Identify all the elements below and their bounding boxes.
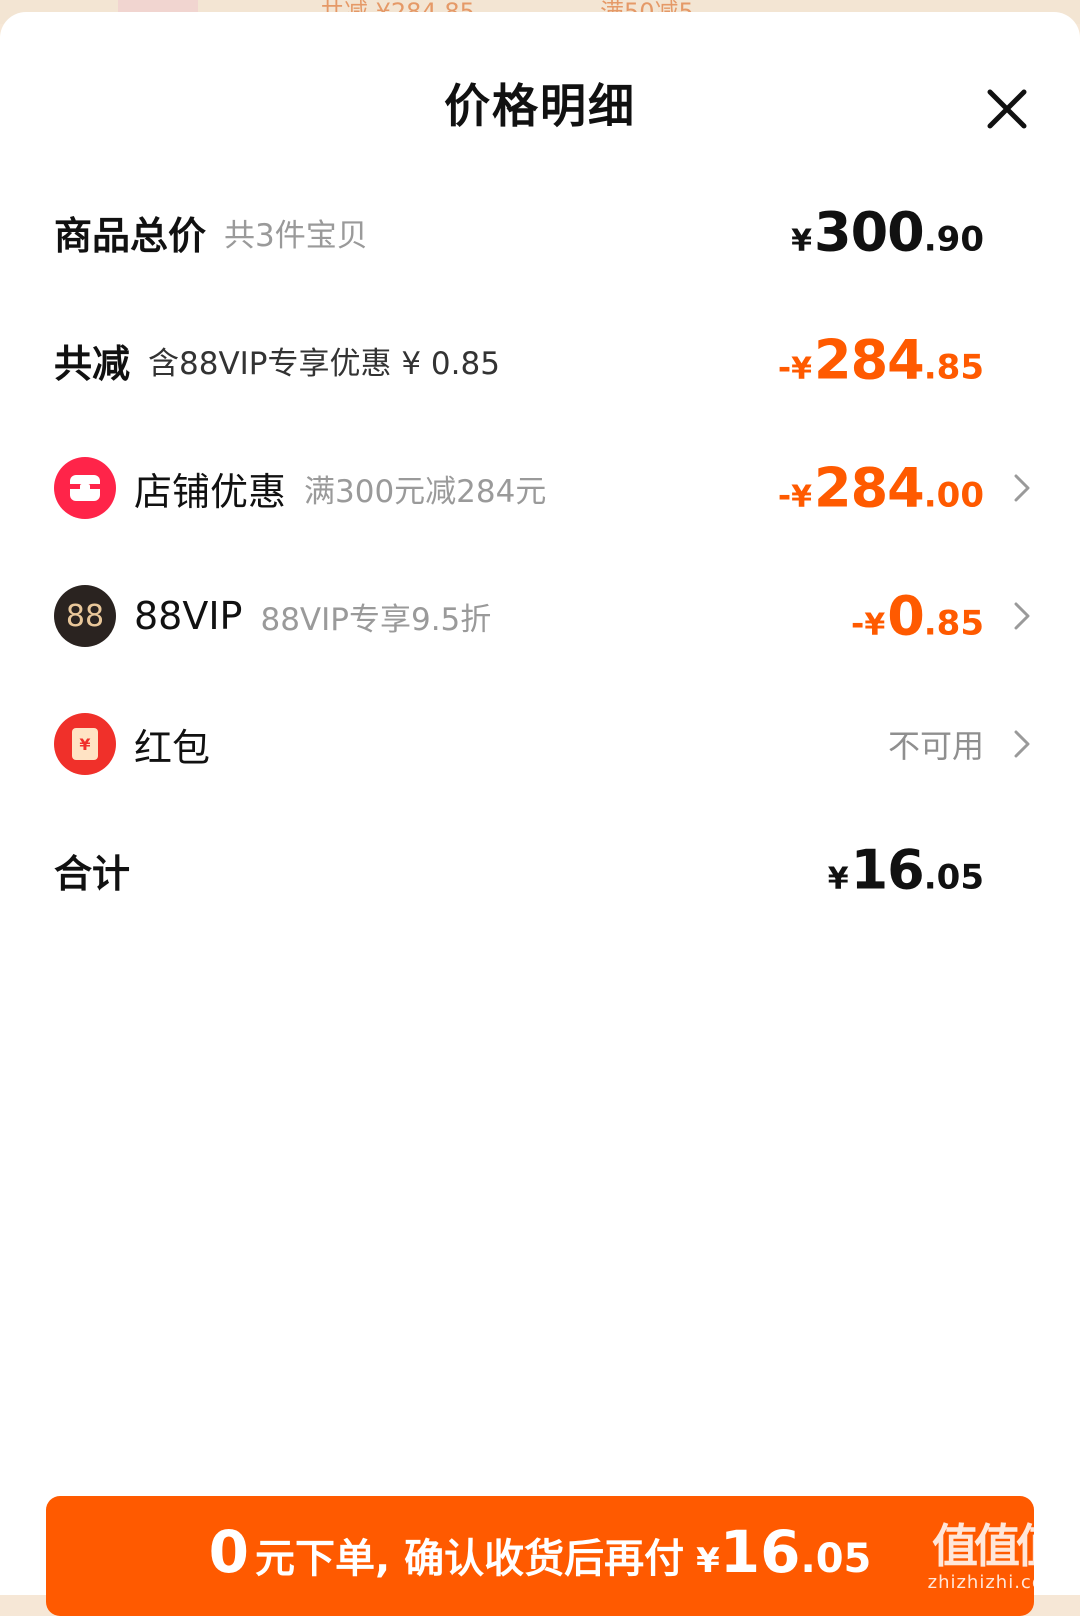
cta-text: 元下单, 确认收货后再付: [254, 1536, 685, 1582]
total-label: 合计: [54, 851, 131, 896]
amount-decimal: .85: [923, 347, 984, 388]
vip-discount-amount: - ¥ 0 .85: [851, 585, 984, 648]
subtotal-item-count: 共3件宝贝: [224, 217, 368, 254]
amount-integer: 284: [814, 456, 925, 520]
discount-total-note: 含88VIP专享优惠 ¥ 0.85: [148, 345, 500, 382]
total-amount: ¥ 16 .05: [828, 839, 984, 902]
vip-rule: 88VIP专享9.5折: [260, 601, 492, 638]
cta-amount-decimal: .05: [800, 1536, 872, 1582]
store-discount-label: 店铺优惠: [134, 469, 287, 514]
store-icon: [54, 457, 116, 519]
currency-symbol: ¥: [864, 607, 886, 643]
row-red-packet[interactable]: ¥ 红包 不可用: [54, 704, 1030, 784]
store-discount-rule: 满300元减284元: [304, 473, 547, 510]
amount-decimal: .90: [923, 219, 984, 260]
vip-icon-text: 88: [65, 598, 105, 634]
red-packet-icon: ¥: [54, 713, 116, 775]
close-button[interactable]: [982, 84, 1032, 134]
amount-integer: 284: [814, 328, 925, 392]
amount-integer: 16: [850, 838, 925, 902]
row-vip-discount[interactable]: 88 88VIP 88VIP专享9.5折 - ¥ 0 .85: [54, 576, 1030, 656]
chevron-right-icon: [1014, 730, 1030, 758]
row-store-discount[interactable]: 店铺优惠 满300元减284元 - ¥ 284 .00: [54, 448, 1030, 528]
row-subtotal: 商品总价 共3件宝贝 ¥ 300 .90: [54, 192, 1026, 272]
chevron-right-icon: [1014, 474, 1030, 502]
currency-symbol: ¥: [791, 351, 813, 387]
currency-symbol: ¥: [791, 223, 813, 259]
sheet-title: 价格明细: [444, 79, 636, 133]
amount-decimal: .05: [923, 857, 984, 898]
row-total: 合计 ¥ 16 .05: [54, 830, 1026, 910]
watermark-main: 值值值: [932, 1519, 1062, 1573]
vip-label: 88VIP: [134, 594, 243, 638]
amount-integer: 0: [887, 584, 925, 648]
currency-symbol: ¥: [791, 479, 813, 515]
close-icon: [987, 89, 1027, 129]
amount-decimal: .85: [923, 603, 984, 644]
pay-later-button[interactable]: 0 元下单, 确认收货后再付 ¥ 16 .05: [46, 1496, 1034, 1616]
amount-integer: 300: [814, 200, 925, 264]
site-watermark: 值值值 zhizhizhi.com: [920, 1510, 1070, 1593]
red-packet-status: 不可用: [887, 727, 984, 765]
discount-total-amount: - ¥ 284 .85: [778, 329, 984, 392]
currency-symbol: ¥: [827, 861, 849, 897]
red-packet-envelope: ¥: [72, 728, 98, 760]
cta-currency: ¥: [696, 1541, 720, 1581]
amount-decimal: .00: [923, 475, 984, 516]
chevron-right-icon: [1014, 602, 1030, 630]
red-packet-yen: ¥: [79, 734, 91, 754]
minus-sign: -: [777, 476, 792, 515]
subtotal-amount: ¥ 300 .90: [791, 201, 984, 264]
store-icon-glyph: [70, 475, 100, 501]
minus-sign: -: [777, 348, 792, 387]
minus-sign: -: [851, 604, 865, 643]
price-detail-sheet: 价格明细 商品总价 共3件宝贝 ¥ 300 .90 共减 含88VIP专享优惠 …: [0, 12, 1080, 1595]
discount-total-label: 共减: [54, 341, 131, 386]
cta-amount-integer: 16: [719, 1518, 801, 1586]
vip-88-icon: 88: [54, 585, 116, 647]
subtotal-label: 商品总价: [54, 213, 207, 258]
watermark-url: zhizhizhi.com: [927, 1572, 1063, 1593]
store-discount-amount: - ¥ 284 .00: [778, 457, 984, 520]
cta-lead-number: 0: [208, 1518, 249, 1586]
red-packet-label: 红包: [134, 725, 211, 770]
row-discount-total: 共减 含88VIP专享优惠 ¥ 0.85 - ¥ 284 .85: [54, 320, 1026, 400]
